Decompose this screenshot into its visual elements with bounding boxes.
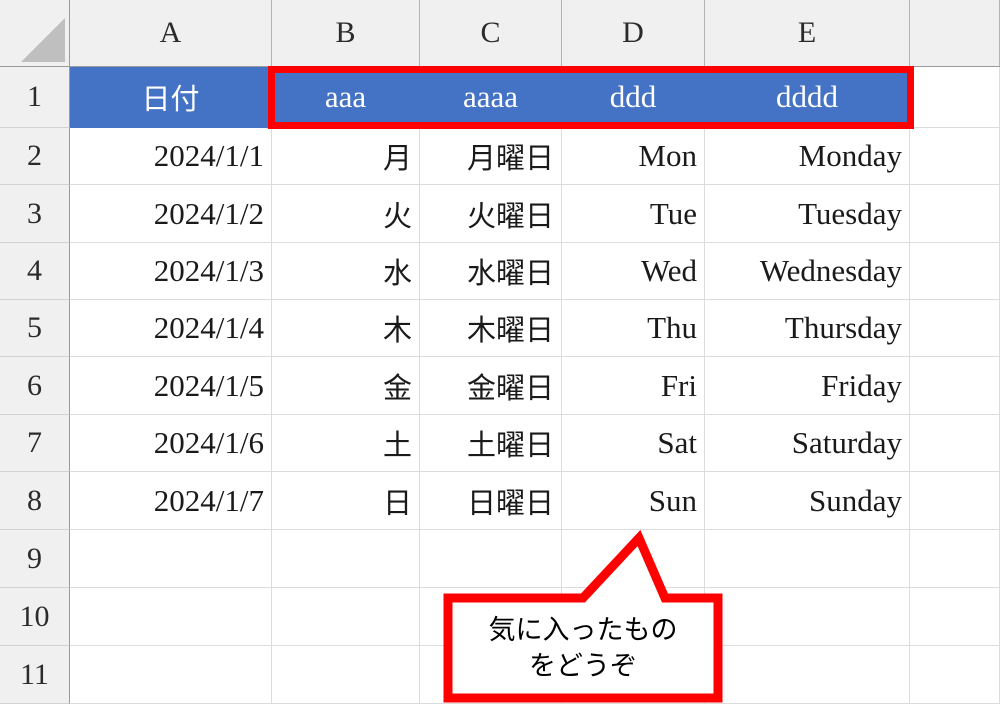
cell-C2[interactable]: 月曜日 [420, 128, 562, 185]
cell-C5[interactable]: 木曜日 [420, 300, 562, 357]
row-header-9[interactable]: 9 [0, 530, 70, 588]
callout-line-2: をどうぞ [529, 650, 637, 682]
row-header-7[interactable]: 7 [0, 415, 70, 472]
cell-A5[interactable]: 2024/1/4 [70, 300, 272, 357]
callout-line-1: 気に入ったもの [488, 615, 678, 646]
cell-F11[interactable] [910, 646, 1000, 704]
cell-F1[interactable] [910, 67, 1000, 128]
row-header-3[interactable]: 3 [0, 185, 70, 243]
column-header-a[interactable]: A [70, 0, 272, 66]
column-header-f[interactable] [910, 0, 1000, 66]
cell-B11[interactable] [272, 646, 420, 704]
cell-A6[interactable]: 2024/1/5 [70, 357, 272, 415]
cell-A10[interactable] [70, 588, 272, 646]
row-header-4[interactable]: 4 [0, 243, 70, 300]
cell-A7[interactable]: 2024/1/6 [70, 415, 272, 472]
column-header-c[interactable]: C [420, 0, 562, 66]
cell-F5[interactable] [910, 300, 1000, 357]
cell-B1[interactable]: aaa [272, 67, 420, 128]
cell-A1[interactable]: 日付 [70, 67, 272, 128]
row-header-5[interactable]: 5 [0, 300, 70, 357]
speech-callout: 気に入ったもの をどうぞ [443, 529, 723, 703]
cell-E1[interactable]: dddd [705, 67, 910, 128]
row-header-2[interactable]: 2 [0, 128, 70, 185]
cell-D6[interactable]: Fri [562, 357, 705, 415]
cell-B9[interactable] [272, 530, 420, 588]
cell-B4[interactable]: 水 [272, 243, 420, 300]
cell-D7[interactable]: Sat [562, 415, 705, 472]
cell-E7[interactable]: Saturday [705, 415, 910, 472]
cell-A4[interactable]: 2024/1/3 [70, 243, 272, 300]
cell-B7[interactable]: 土 [272, 415, 420, 472]
cell-F10[interactable] [910, 588, 1000, 646]
cell-C1[interactable]: aaaa [420, 67, 562, 128]
cell-F7[interactable] [910, 415, 1000, 472]
cell-C7[interactable]: 土曜日 [420, 415, 562, 472]
cell-C4[interactable]: 水曜日 [420, 243, 562, 300]
cell-B8[interactable]: 日 [272, 472, 420, 530]
cell-D3[interactable]: Tue [562, 185, 705, 243]
cell-E6[interactable]: Friday [705, 357, 910, 415]
cell-E9[interactable] [705, 530, 910, 588]
select-all-triangle-icon [21, 18, 65, 62]
cell-B6[interactable]: 金 [272, 357, 420, 415]
column-header-b[interactable]: B [272, 0, 420, 66]
row-header-1[interactable]: 1 [0, 67, 70, 128]
column-header-d[interactable]: D [562, 0, 705, 66]
row-header-6[interactable]: 6 [0, 357, 70, 415]
cell-A11[interactable] [70, 646, 272, 704]
cell-C6[interactable]: 金曜日 [420, 357, 562, 415]
cell-B5[interactable]: 木 [272, 300, 420, 357]
cell-C8[interactable]: 日曜日 [420, 472, 562, 530]
cell-B2[interactable]: 月 [272, 128, 420, 185]
cell-F6[interactable] [910, 357, 1000, 415]
cell-F8[interactable] [910, 472, 1000, 530]
select-all-button[interactable] [0, 0, 70, 67]
cell-E5[interactable]: Thursday [705, 300, 910, 357]
row-header-10[interactable]: 10 [0, 588, 70, 646]
cell-F9[interactable] [910, 530, 1000, 588]
cell-E4[interactable]: Wednesday [705, 243, 910, 300]
cell-A3[interactable]: 2024/1/2 [70, 185, 272, 243]
cell-E11[interactable] [705, 646, 910, 704]
cell-F2[interactable] [910, 128, 1000, 185]
cell-F3[interactable] [910, 185, 1000, 243]
cell-F4[interactable] [910, 243, 1000, 300]
cell-D2[interactable]: Mon [562, 128, 705, 185]
cell-A2[interactable]: 2024/1/1 [70, 128, 272, 185]
row-header-8[interactable]: 8 [0, 472, 70, 530]
cell-A8[interactable]: 2024/1/7 [70, 472, 272, 530]
callout-text: 気に入ったもの をどうぞ [443, 613, 723, 684]
cell-B3[interactable]: 火 [272, 185, 420, 243]
cell-D4[interactable]: Wed [562, 243, 705, 300]
spreadsheet-grid[interactable]: ABCDE 1 2 3 4 5 6 7 8 9 10 11 日付 aaa aaaa ddd dddd 2024… [0, 0, 1000, 712]
cell-D1[interactable]: ddd [562, 67, 705, 128]
row-header-11[interactable]: 11 [0, 646, 70, 704]
column-header-e[interactable]: E [705, 0, 910, 66]
cell-E10[interactable] [705, 588, 910, 646]
cell-D8[interactable]: Sun [562, 472, 705, 530]
cell-E3[interactable]: Tuesday [705, 185, 910, 243]
cell-A9[interactable] [70, 530, 272, 588]
cell-D5[interactable]: Thu [562, 300, 705, 357]
cell-B10[interactable] [272, 588, 420, 646]
cell-E2[interactable]: Monday [705, 128, 910, 185]
cell-E8[interactable]: Sunday [705, 472, 910, 530]
cell-C3[interactable]: 火曜日 [420, 185, 562, 243]
